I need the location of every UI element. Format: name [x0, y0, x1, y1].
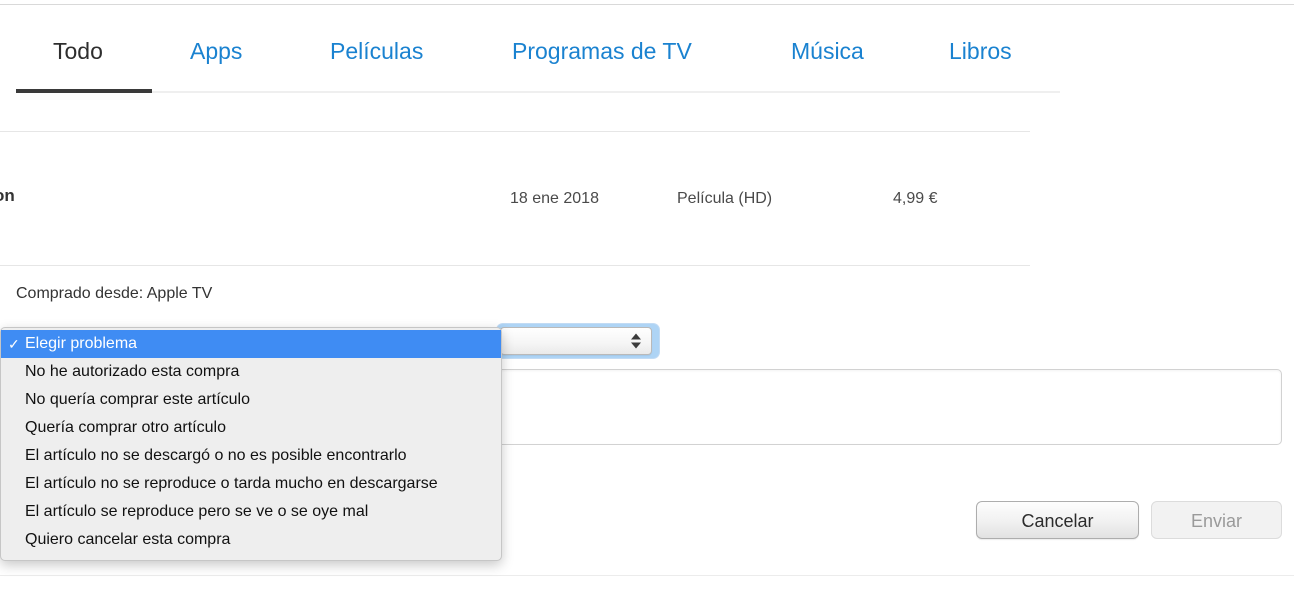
- tab-peliculas[interactable]: Películas: [330, 36, 423, 66]
- menu-option-label: El artículo no se reproduce o tarda much…: [25, 475, 438, 492]
- problem-dropdown-menu[interactable]: ✓ Elegir problema No he autorizado esta …: [0, 327, 502, 561]
- stepper-updown-icon: [631, 333, 641, 349]
- tab-programas-de-tv[interactable]: Programas de TV: [512, 36, 692, 66]
- purchased-from-label: Comprado desde: Apple TV: [16, 285, 213, 302]
- menu-option-label: El artículo se reproduce pero se ve o se…: [25, 503, 369, 520]
- purchase-row-bottom-divider: [0, 265, 1030, 266]
- menu-option-queria-otro-articulo[interactable]: Quería comprar otro artículo: [1, 414, 501, 442]
- tab-musica[interactable]: Música: [791, 36, 864, 66]
- purchase-price: 4,99 €: [893, 190, 938, 207]
- cancel-button[interactable]: Cancelar: [976, 501, 1139, 539]
- bottom-divider: [0, 575, 1294, 576]
- category-tabbar: Todo Apps Películas Programas de TV Músi…: [0, 36, 1060, 92]
- problem-select[interactable]: [497, 324, 659, 358]
- menu-option-no-se-reproduce[interactable]: El artículo no se reproduce o tarda much…: [1, 470, 501, 498]
- menu-option-label: Quiero cancelar esta compra: [25, 531, 231, 548]
- comment-textarea[interactable]: [497, 369, 1282, 445]
- active-tab-indicator: [16, 89, 152, 93]
- menu-option-no-autorizado[interactable]: No he autorizado esta compra: [1, 358, 501, 386]
- menu-option-cancelar-compra[interactable]: Quiero cancelar esta compra: [1, 526, 501, 554]
- tab-apps[interactable]: Apps: [190, 36, 242, 66]
- menu-option-no-se-descargo[interactable]: El artículo no se descargó o no es posib…: [1, 442, 501, 470]
- submit-button: Enviar: [1151, 501, 1282, 539]
- purchase-kind: Película (HD): [677, 190, 773, 207]
- menu-option-se-ve-u-oye-mal[interactable]: El artículo se reproduce pero se ve o se…: [1, 498, 501, 526]
- purchase-date: 18 ene 2018: [510, 190, 599, 207]
- menu-option-label: No he autorizado esta compra: [25, 363, 240, 380]
- menu-option-label: Elegir problema: [25, 335, 138, 352]
- menu-option-label: No quería comprar este artículo: [25, 391, 250, 408]
- checkmark-icon: ✓: [8, 336, 20, 352]
- menu-option-no-queria-comprar[interactable]: No quería comprar este artículo: [1, 386, 501, 414]
- top-divider: [0, 4, 1294, 5]
- tabbar-baseline: [16, 91, 1060, 93]
- menu-option-elegir-problema[interactable]: ✓ Elegir problema: [1, 330, 501, 358]
- purchase-row-top-divider: [0, 131, 1030, 132]
- purchase-title: on: [0, 186, 15, 205]
- menu-option-label: Quería comprar otro artículo: [25, 419, 226, 436]
- chevron-down-icon: [631, 342, 641, 349]
- chevron-up-icon: [631, 333, 641, 340]
- problem-select-box[interactable]: [500, 327, 652, 355]
- tab-libros[interactable]: Libros: [949, 36, 1012, 66]
- menu-option-label: El artículo no se descargó o no es posib…: [25, 447, 407, 464]
- tab-todo[interactable]: Todo: [53, 36, 103, 66]
